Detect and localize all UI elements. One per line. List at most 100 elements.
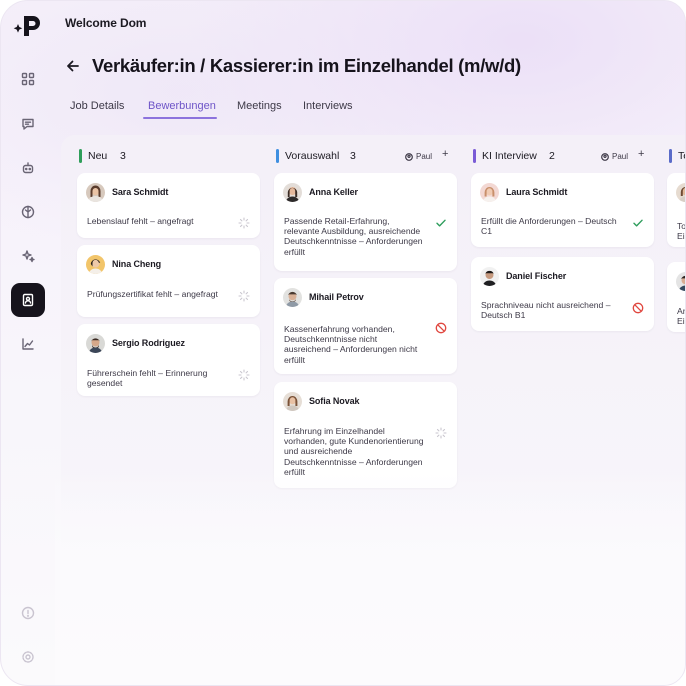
page-title: Verkäufer:in / Kassierer:in im Einzelhan…	[92, 55, 521, 76]
pending-icon	[238, 216, 250, 229]
check-icon	[632, 216, 644, 228]
column-count: 3	[120, 150, 126, 162]
candidate-card[interactable]: Mihail Petrov Kassenerfahrung vorhanden,…	[274, 278, 457, 374]
chart-icon	[22, 338, 34, 350]
column-neu: Neu 3 Sara Schmidt Lebenslauf fehlt – an…	[73, 141, 264, 396]
column-color-bar	[276, 149, 279, 163]
avatar	[480, 183, 499, 202]
candidate-card[interactable]: Nina Cheng Prüfungszertifikat fehlt – an…	[77, 245, 260, 317]
assignee-name: Paul	[416, 152, 433, 161]
settings-icon	[22, 651, 34, 663]
grid-icon	[21, 72, 35, 86]
candidate-note: Lebenslauf fehlt – angefragt	[87, 216, 194, 226]
add-card-button[interactable]: +	[442, 148, 448, 160]
column-title: Te	[678, 150, 685, 162]
back-button[interactable]	[65, 58, 81, 74]
assignee-name: Paul	[612, 152, 629, 161]
rejected-icon	[435, 321, 447, 334]
candidate-name: Sara Schmidt	[112, 187, 169, 197]
assignee-chip[interactable]: Paul	[405, 150, 432, 163]
app-window: Welcome Dom Verkäufer:in / Kassierer:in …	[0, 0, 686, 686]
avatar	[676, 272, 685, 291]
candidate-name: Daniel Fischer	[506, 271, 567, 281]
candidate-card[interactable]: Sara Schmidt Lebenslauf fehlt – angefrag…	[77, 173, 260, 238]
avatar	[676, 183, 685, 202]
nav-ai[interactable]	[11, 239, 45, 273]
globe-icon	[21, 205, 35, 219]
nav-messages[interactable]	[11, 107, 45, 141]
candidate-name: Mihail Petrov	[309, 292, 364, 302]
column-title: Neu	[88, 150, 108, 162]
column-count: 3	[350, 150, 356, 162]
avatar	[86, 334, 105, 353]
nav-jobs[interactable]	[11, 195, 45, 229]
tab-bewerbungen[interactable]: Bewerbungen	[148, 100, 216, 112]
candidate-name: Sofia Novak	[309, 396, 360, 406]
nav-candidates[interactable]	[11, 283, 45, 317]
avatar	[283, 288, 302, 307]
welcome-text: Welcome Dom	[65, 16, 147, 30]
candidate-note: Passende Retail-Erfahrung, relevante Aus…	[284, 216, 423, 257]
candidate-note: Prüfungszertifikat fehlt – angefragt	[87, 289, 218, 299]
column-title: KI Interview	[482, 150, 537, 162]
avatar	[86, 255, 105, 274]
nav-settings[interactable]	[11, 640, 45, 674]
candidate-name: Nina Cheng	[112, 259, 162, 269]
column-color-bar	[669, 149, 672, 163]
column-header: Vorauswahl 3 Paul +	[270, 141, 461, 169]
column-header: KI Interview 2 Paul +	[467, 141, 658, 169]
arrow-left-icon	[67, 60, 79, 72]
candidates-icon	[22, 293, 34, 307]
nav-analytics[interactable]	[11, 327, 45, 361]
candidate-note: Top Ein	[677, 221, 686, 242]
candidate-note: Kassenerfahrung vorhanden, Deutschkenntn…	[284, 324, 418, 365]
candidate-note: Führerschein fehlt – Erinnerung gesendet	[87, 368, 208, 389]
column-partial: Te Top Ein Anf Ein	[663, 141, 685, 332]
column-header: Te	[663, 141, 685, 169]
column-ki-interview: KI Interview 2 Paul + Laura Schmidt Erfü…	[467, 141, 658, 331]
help-icon	[21, 606, 35, 620]
candidate-card[interactable]: Top Ein	[667, 173, 686, 247]
user-icon	[405, 152, 413, 161]
column-vorauswahl: Vorauswahl 3 Paul + Anna Keller Passende…	[270, 141, 461, 488]
pending-icon	[238, 368, 250, 381]
column-count: 2	[549, 150, 555, 162]
pending-icon	[435, 426, 447, 439]
candidate-note: Sprachniveau nicht ausreichend – Deutsch…	[481, 300, 611, 321]
add-card-button[interactable]: +	[638, 148, 644, 160]
candidate-note: Erfüllt die Anforderungen – Deutsch C1	[481, 216, 617, 237]
assignee-chip[interactable]: Paul	[601, 150, 628, 163]
app-logo[interactable]	[13, 13, 45, 39]
candidate-name: Anna Keller	[309, 187, 358, 197]
candidate-card[interactable]: Anna Keller Passende Retail-Erfahrung, r…	[274, 173, 457, 271]
active-tab-indicator	[143, 117, 217, 119]
nav-assistant[interactable]	[11, 151, 45, 185]
candidate-name: Laura Schmidt	[506, 187, 568, 197]
check-icon	[435, 216, 447, 228]
avatar	[480, 267, 499, 286]
column-title: Vorauswahl	[285, 150, 340, 162]
tab-meetings[interactable]: Meetings	[237, 100, 282, 112]
nav-dashboard[interactable]	[11, 62, 45, 96]
avatar	[283, 392, 302, 411]
candidate-note: Erfahrung im Einzelhandel vorhanden, gut…	[284, 426, 424, 477]
avatar	[283, 183, 302, 202]
candidate-card[interactable]: Sergio Rodriguez Führerschein fehlt – Er…	[77, 324, 260, 396]
candidate-note: Anf Ein	[677, 306, 685, 327]
user-icon	[601, 152, 609, 161]
candidate-name: Sergio Rodriguez	[112, 338, 185, 348]
robot-icon	[22, 162, 34, 174]
candidate-card[interactable]: Anf Ein	[667, 262, 685, 332]
tab-interviews[interactable]: Interviews	[303, 100, 353, 112]
column-header: Neu 3	[73, 141, 264, 169]
candidate-card[interactable]: Sofia Novak Erfahrung im Einzelhandel vo…	[274, 382, 457, 488]
candidate-card[interactable]: Daniel Fischer Sprachniveau nicht ausrei…	[471, 257, 654, 331]
column-color-bar	[473, 149, 476, 163]
tab-job-details[interactable]: Job Details	[70, 100, 124, 112]
rejected-icon	[632, 301, 644, 314]
sparkle-icon	[22, 250, 35, 263]
avatar	[86, 183, 105, 202]
nav-help[interactable]	[11, 596, 45, 630]
column-color-bar	[79, 149, 82, 163]
candidate-card[interactable]: Laura Schmidt Erfüllt die Anforderungen …	[471, 173, 654, 247]
